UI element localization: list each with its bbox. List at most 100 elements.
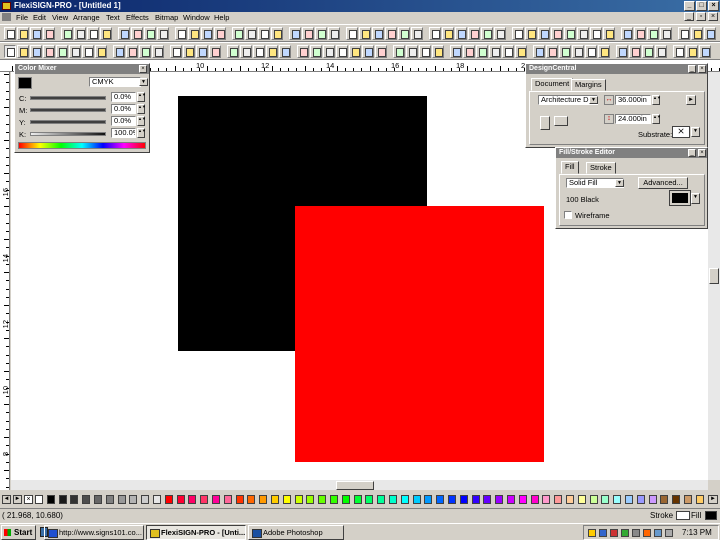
- toolbar-button[interactable]: [385, 27, 397, 40]
- toolbar-button[interactable]: [533, 45, 545, 58]
- palette-swatch[interactable]: [70, 495, 79, 504]
- tray-icon[interactable]: [599, 529, 607, 537]
- mdi-minimize-button[interactable]: _: [684, 12, 694, 21]
- tray-icon[interactable]: [621, 529, 629, 537]
- tab-fill[interactable]: Fill: [561, 161, 579, 174]
- toolbar-button[interactable]: [323, 45, 335, 58]
- palette-swatch[interactable]: [542, 495, 551, 504]
- palette-swatch[interactable]: [495, 495, 504, 504]
- toolbar-button[interactable]: [502, 45, 514, 58]
- menu-edit[interactable]: Edit: [33, 13, 46, 22]
- palette-swatch[interactable]: [176, 495, 185, 504]
- horizontal-scroll-thumb[interactable]: [336, 481, 374, 490]
- maximize-button[interactable]: □: [696, 1, 707, 11]
- chevron-down-icon[interactable]: ▼: [615, 179, 624, 187]
- palette-swatch[interactable]: [353, 495, 362, 504]
- palette-scroll-right-button[interactable]: ►: [13, 495, 22, 504]
- toolbar-button[interactable]: [30, 45, 42, 58]
- toolbar-button[interactable]: [673, 45, 685, 58]
- toolbar-button[interactable]: [476, 45, 488, 58]
- palette-swatch[interactable]: [448, 495, 456, 504]
- toolbar-button[interactable]: [126, 45, 138, 58]
- toolbar-button[interactable]: [100, 27, 112, 40]
- toolbar-button[interactable]: [362, 45, 374, 58]
- tray-icon[interactable]: [588, 529, 596, 537]
- palette-swatch[interactable]: [577, 495, 586, 504]
- yellow-value-field[interactable]: 0.0%: [111, 116, 136, 126]
- toolbar-button[interactable]: [43, 27, 55, 40]
- toolbar-button[interactable]: [398, 27, 410, 40]
- palette-swatch[interactable]: [341, 495, 350, 504]
- toolbar-button[interactable]: [69, 45, 81, 58]
- toolbar-button[interactable]: [175, 27, 187, 40]
- toolbar-button[interactable]: [634, 27, 646, 40]
- toolbar-button[interactable]: [87, 27, 99, 40]
- palette-swatch[interactable]: [247, 495, 256, 504]
- palette-swatch[interactable]: [82, 495, 91, 504]
- toolbar-button[interactable]: [481, 27, 493, 40]
- panel-minimize-button[interactable]: _: [688, 149, 696, 157]
- palette-swatch[interactable]: [46, 495, 55, 504]
- palette-swatch[interactable]: [695, 495, 704, 504]
- close-button[interactable]: ×: [708, 1, 719, 11]
- palette-swatch[interactable]: [259, 495, 268, 504]
- fill-color-chip[interactable]: [705, 511, 717, 520]
- chevron-down-icon[interactable]: ▼: [691, 193, 700, 204]
- panel-close-button[interactable]: ×: [698, 65, 706, 73]
- toolbar-button[interactable]: [660, 27, 672, 40]
- palette-scroll-end-button[interactable]: ►: [708, 495, 718, 504]
- toolbar-button[interactable]: [188, 27, 200, 40]
- toolbar-button[interactable]: [494, 27, 506, 40]
- palette-swatch[interactable]: [648, 495, 657, 504]
- toolbar-button[interactable]: [310, 45, 322, 58]
- toolbar-button[interactable]: [297, 45, 309, 58]
- toolbar-button[interactable]: [359, 27, 371, 40]
- magenta-spinner[interactable]: ▲▼: [137, 104, 146, 114]
- toolbar-button[interactable]: [429, 27, 441, 40]
- menu-help[interactable]: Help: [214, 13, 229, 22]
- toolbar-button[interactable]: [245, 27, 257, 40]
- palette-swatch[interactable]: [483, 495, 492, 504]
- toolbar-button[interactable]: [266, 45, 278, 58]
- advanced-button[interactable]: Advanced...: [638, 177, 688, 189]
- toolbar-button[interactable]: [17, 27, 29, 40]
- black-spinner[interactable]: ▲▼: [137, 128, 146, 138]
- toolbar-button[interactable]: [463, 45, 475, 58]
- toolbar-button[interactable]: [4, 27, 16, 40]
- palette-swatch[interactable]: [424, 495, 433, 504]
- cyan-spinner[interactable]: ▲▼: [137, 92, 146, 102]
- substrate-swatch[interactable]: ⨯: [672, 126, 690, 138]
- toolbar-button[interactable]: [95, 45, 107, 58]
- palette-swatch[interactable]: [412, 495, 421, 504]
- toolbar-button[interactable]: [411, 27, 423, 40]
- toolbar-button[interactable]: [455, 27, 467, 40]
- toolbar-button[interactable]: [170, 45, 182, 58]
- toolbar-button[interactable]: [577, 27, 589, 40]
- toolbar-button[interactable]: [61, 27, 73, 40]
- toolbar-button[interactable]: [678, 27, 690, 40]
- toolbar-button[interactable]: [240, 45, 252, 58]
- toolbar-button[interactable]: [302, 27, 314, 40]
- taskbar-task-photoshop[interactable]: Adobe Photoshop: [248, 525, 344, 540]
- palette-swatch[interactable]: [117, 495, 126, 504]
- toolbar-button[interactable]: [258, 27, 270, 40]
- toolbar-button[interactable]: [642, 45, 654, 58]
- palette-swatch[interactable]: [223, 495, 232, 504]
- toolbar-button[interactable]: [157, 27, 169, 40]
- palette-swatch[interactable]: [164, 495, 173, 504]
- toolbar-button[interactable]: [450, 45, 462, 58]
- palette-swatch[interactable]: [58, 495, 67, 504]
- palette-swatch[interactable]: [601, 495, 610, 504]
- width-spinner[interactable]: ▲▼: [652, 95, 661, 105]
- toolbar-button[interactable]: [572, 45, 584, 58]
- toolbar-button[interactable]: [564, 27, 576, 40]
- palette-swatch[interactable]: [188, 495, 197, 504]
- height-spinner[interactable]: ▲▼: [652, 114, 661, 124]
- palette-swatch[interactable]: [672, 495, 681, 504]
- menu-text[interactable]: Text: [106, 13, 120, 22]
- vertical-scroll-thumb[interactable]: [709, 268, 719, 284]
- toolbar-button[interactable]: [118, 27, 130, 40]
- toolbar-button[interactable]: [655, 45, 667, 58]
- toolbar-button[interactable]: [442, 27, 454, 40]
- toolbar-button[interactable]: [56, 45, 68, 58]
